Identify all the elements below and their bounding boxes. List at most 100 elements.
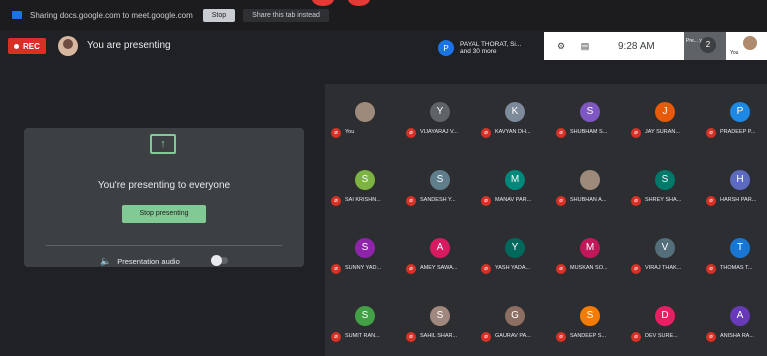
pinned-participants[interactable]: P PAYAL THORAT, Si... and 30 more [438,34,521,62]
participant-name: PRADEEP P... [720,129,756,135]
people-icon[interactable]: ⚙ [554,40,568,52]
participant-tile[interactable]: S ⌀ SAI KRISHN... [325,152,399,218]
mic-off-icon: ⌀ [706,332,716,342]
participant-name: MANAV PAR... [495,197,532,203]
mic-off-icon: ⌀ [406,264,416,274]
avatar: S [355,238,375,258]
participant-name: SANDEEP S... [570,333,606,339]
participant-name: SHUBHAN A... [570,197,607,203]
participant-name: SAHIL SHAR... [420,333,458,339]
recording-indicator-icon [312,0,372,6]
count-icon: 2 [700,37,716,53]
presentation-audio-row: 🔈 Presentation audio [100,256,180,267]
participant-name: ANISHA RA... [720,333,754,339]
participant-name: MUSKAN SO... [570,265,608,271]
pinned-more: and 30 more [460,48,497,55]
participant-tile[interactable]: K ⌀ KAVYAN DH... [475,84,549,150]
participant-name: SANDESH Y... [420,197,456,203]
mic-off-icon: ⌀ [706,196,716,206]
participant-name: GAURAV PA... [495,333,531,339]
participant-tile[interactable]: S ⌀ SHREY SHA... [625,152,699,218]
mic-off-icon: ⌀ [631,128,641,138]
mic-off-icon: ⌀ [631,264,641,274]
participant-tile[interactable]: ⌀ You [325,84,399,150]
participant-tile[interactable]: J ⌀ JAY SURAN... [625,84,699,150]
avatar: S [580,306,600,326]
participant-name: SAI KRISHN... [345,197,381,203]
participant-tile[interactable]: A ⌀ AMEY SAWA... [400,220,474,286]
divider [46,245,282,246]
mic-off-icon: ⌀ [481,332,491,342]
presentation-audio-label: Presentation audio [117,257,180,266]
avatar: H [730,170,750,190]
avatar: T [730,238,750,258]
mic-off-icon: ⌀ [331,332,341,342]
avatar: S [655,170,675,190]
participant-tile[interactable]: M ⌀ MANAV PAR... [475,152,549,218]
avatar: Y [430,102,450,122]
participant-name: VIJAYARAJ V... [420,129,458,135]
participant-name: YASH YADA... [495,265,531,271]
participant-tile[interactable]: A ⌀ ANISHA RA... [700,288,767,354]
present-screen-icon: ↑ [150,134,176,154]
chat-icon[interactable]: ▤ [578,40,592,52]
share-this-tab-button[interactable]: Share this tab instead [243,8,329,22]
participant-tile[interactable]: S ⌀ SUMIT RAN... [325,288,399,354]
participant-tile[interactable]: Y ⌀ VIJAYARAJ V... [400,84,474,150]
avatar: J [655,102,675,122]
avatar: G [505,306,525,326]
presentation-card: ↑ You're presenting to everyone Stop pre… [24,128,304,267]
presenter-chip[interactable]: Pre... you... 2 [684,32,726,60]
self-view-chip[interactable]: You [726,32,767,60]
participant-tile[interactable]: G ⌀ GAURAV PA... [475,288,549,354]
participant-name: VIRAJ THAK... [645,265,682,271]
avatar: V [655,238,675,258]
avatar: S [355,170,375,190]
participant-tile[interactable]: T ⌀ THOMAS T... [700,220,767,286]
stop-sharing-button[interactable]: Stop [202,8,236,22]
avatar: D [655,306,675,326]
participant-tile[interactable]: M ⌀ MUSKAN SO... [550,220,624,286]
mic-off-icon: ⌀ [706,264,716,274]
avatar [580,170,600,190]
pinned-name: PAYAL THORAT, Si... [460,40,522,48]
mic-off-icon: ⌀ [556,332,566,342]
avatar: P [730,102,750,122]
participant-name: DEV SURE... [645,333,678,339]
participant-tile[interactable]: S ⌀ SAHIL SHAR... [400,288,474,354]
participant-tile[interactable]: P ⌀ PRADEEP P... [700,84,767,150]
participant-name: You [345,129,355,135]
participant-tile[interactable]: D ⌀ DEV SURE... [625,288,699,354]
participant-tile[interactable]: S ⌀ SUNNY YAD... [325,220,399,286]
participant-tile[interactable]: S ⌀ SANDESH Y... [400,152,474,218]
avatar: S [430,170,450,190]
mic-off-icon: ⌀ [481,264,491,274]
avatar: S [430,306,450,326]
presenting-label: You are presenting [87,40,171,51]
mic-off-icon: ⌀ [481,196,491,206]
mic-off-icon: ⌀ [331,196,341,206]
stop-presenting-button[interactable]: Stop presenting [122,205,206,223]
mic-off-icon: ⌀ [556,128,566,138]
participant-name: SUMIT RAN... [345,333,380,339]
record-dot-icon [14,43,19,49]
mic-off-icon: ⌀ [556,196,566,206]
avatar: S [355,306,375,326]
participant-tile[interactable]: ⌀ SHUBHAN A... [550,152,624,218]
participant-tile[interactable]: S ⌀ SHUBHAM S... [550,84,624,150]
recording-badge: REC [8,38,46,54]
mic-off-icon: ⌀ [556,264,566,274]
meeting-toolbar: ⚙ ▤ 9:28 AM [544,32,684,60]
participant-tile[interactable]: V ⌀ VIRAJ THAK... [625,220,699,286]
avatar: A [730,306,750,326]
participant-tile[interactable]: Y ⌀ YASH YADA... [475,220,549,286]
presentation-audio-toggle[interactable] [211,255,228,266]
participant-name: SHREY SHA... [645,197,682,203]
participant-tile[interactable]: S ⌀ SANDEEP S... [550,288,624,354]
avatar [355,102,375,122]
mic-off-icon: ⌀ [406,332,416,342]
participant-tile[interactable]: H ⌀ HARSH PAR... [700,152,767,218]
participant-name: THOMAS T... [720,265,753,271]
mic-off-icon: ⌀ [406,128,416,138]
participant-avatar: P [438,40,454,56]
